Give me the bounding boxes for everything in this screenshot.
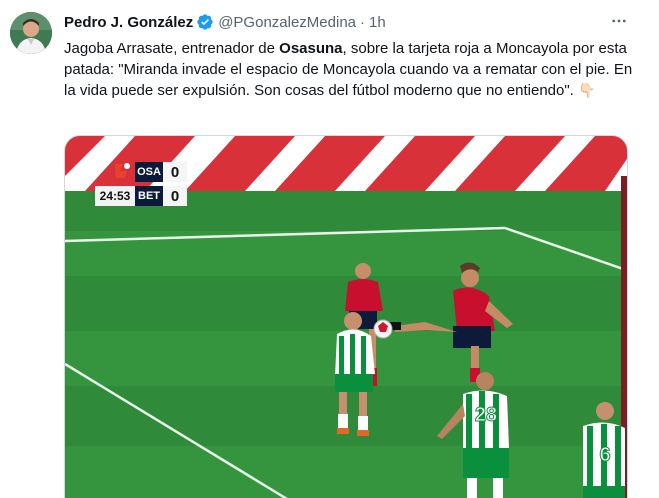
svg-text:6: 6 — [599, 444, 610, 466]
svg-text:28: 28 — [475, 404, 497, 426]
scoreboard-home-row: OSA 0 — [135, 162, 187, 182]
tweet-text-bold: Osasuna — [279, 40, 343, 57]
author-handle[interactable]: @PGonzalezMedina — [218, 14, 356, 31]
author-name[interactable]: Pedro J. González — [64, 14, 193, 31]
tweet[interactable]: Pedro J. González @PGonzalezMedina · 1h … — [0, 0, 659, 498]
more-options-button[interactable] — [604, 8, 634, 38]
more-options-icon — [610, 12, 628, 35]
laliga-logo-icon — [111, 160, 133, 182]
home-team-abbr: OSA — [135, 162, 163, 182]
avatar[interactable] — [10, 12, 52, 54]
scoreboard-away-row: 24:53 BET 0 — [95, 186, 187, 206]
tweet-text-before: Jagoba Arrasate, entrenador de — [64, 40, 280, 57]
separator-dot: · — [360, 13, 366, 31]
tweet-text: Jagoba Arrasate, entrenador de Osasuna, … — [64, 38, 634, 101]
away-team-abbr: BET — [135, 186, 163, 206]
pointing-down-emoji-icon: 👇🏻 — [578, 82, 596, 98]
tweet-media-image[interactable]: 28 6 OSA 0 24:53 BET 0 — [64, 135, 628, 498]
home-score: 0 — [163, 162, 187, 182]
away-score: 0 — [163, 186, 187, 206]
scoreboard: OSA 0 24:53 BET 0 — [95, 160, 193, 208]
verified-badge-icon[interactable] — [196, 13, 214, 31]
tweet-timestamp[interactable]: 1h — [369, 14, 386, 31]
tweet-header: Pedro J. González @PGonzalezMedina · 1h — [64, 12, 386, 32]
match-clock: 24:53 — [95, 186, 135, 206]
